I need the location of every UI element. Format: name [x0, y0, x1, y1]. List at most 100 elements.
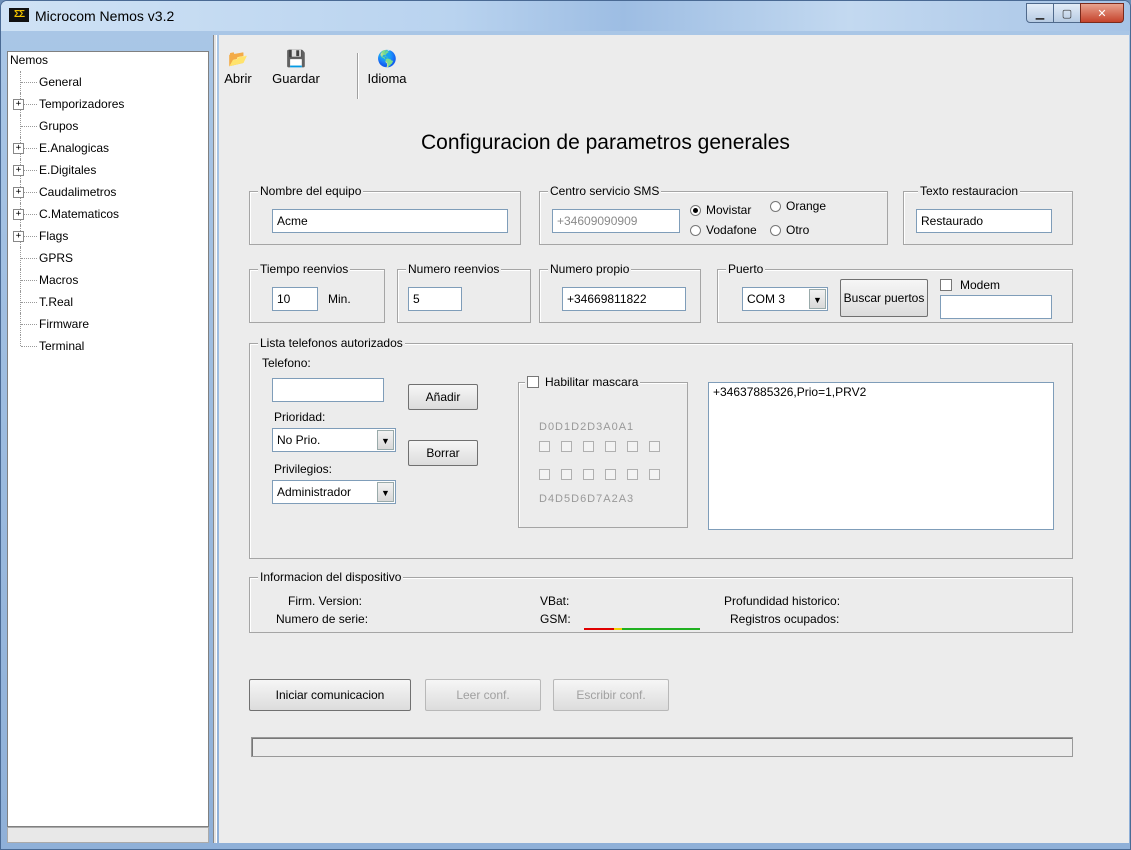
close-button[interactable]: ✕: [1080, 3, 1124, 23]
gsm-bar-green: [622, 628, 700, 630]
tree-connector: [21, 126, 37, 127]
tree-item-general[interactable]: General: [8, 71, 208, 93]
phone-list[interactable]: +34637885326,Prio=1,PRV2: [708, 382, 1054, 530]
tree-item-flags[interactable]: + Flags: [8, 225, 208, 247]
mask-bit-checkbox[interactable]: [649, 469, 660, 480]
title-bar[interactable]: ΣΣ Microcom Nemos v3.2 ▁ ▢ ✕: [1, 1, 1130, 31]
mask-bit-checkbox[interactable]: [605, 469, 616, 480]
chevron-down-icon[interactable]: ▼: [377, 430, 394, 450]
mask-bit-checkbox[interactable]: [539, 469, 550, 480]
prioridad-selected: No Prio.: [277, 433, 321, 447]
mask-bit-checkbox[interactable]: [539, 441, 550, 452]
save-button[interactable]: 💾 Guardar: [267, 51, 325, 86]
modem-input[interactable]: [940, 295, 1052, 319]
expand-icon[interactable]: +: [13, 187, 24, 198]
open-button[interactable]: 📂 Abrir: [221, 51, 255, 86]
sms-title: Centro servicio SMS: [548, 183, 662, 199]
mask-bit-checkbox[interactable]: [583, 441, 594, 452]
mask-bit-checkbox[interactable]: [561, 441, 572, 452]
main-panel: 📂 Abrir 💾 Guardar 🌎 Idioma Configuracion…: [219, 35, 1129, 843]
mask-bit-checkbox[interactable]: [561, 469, 572, 480]
numero-propio-input[interactable]: +34669811822: [562, 287, 686, 311]
chevron-down-icon[interactable]: ▼: [377, 482, 394, 502]
minimize-button[interactable]: ▁: [1026, 3, 1054, 23]
modem-checkbox[interactable]: Modem: [940, 278, 1000, 292]
maximize-icon: ▢: [1061, 6, 1073, 20]
radio-orange[interactable]: Orange: [770, 199, 826, 213]
telefono-input[interactable]: [272, 378, 384, 402]
mask-bit-checkbox[interactable]: [605, 441, 616, 452]
numero-reenvios-input[interactable]: 5: [408, 287, 462, 311]
modem-checkbox-box[interactable]: [940, 279, 952, 291]
tree-item-temporizadores[interactable]: + Temporizadores: [8, 93, 208, 115]
splitter[interactable]: [213, 35, 217, 843]
puerto-select[interactable]: COM 3 ▼: [742, 287, 828, 311]
expand-icon[interactable]: +: [13, 165, 24, 176]
restauracion-group: Texto restauracion Restaurado: [903, 183, 1073, 245]
equipo-group: Nombre del equipo Acme: [249, 183, 521, 245]
expand-icon[interactable]: +: [13, 209, 24, 220]
tree-item-e-digitales[interactable]: + E.Digitales: [8, 159, 208, 181]
tree-item-label: Grupos: [39, 119, 79, 133]
tree-item-macros[interactable]: Macros: [8, 269, 208, 291]
tree-item-t-real[interactable]: T.Real: [8, 291, 208, 313]
delete-phone-button[interactable]: Borrar: [408, 440, 478, 466]
tree-item-gprs[interactable]: GPRS: [8, 247, 208, 269]
radio-movistar[interactable]: Movistar: [690, 203, 751, 217]
tree-connector: [21, 346, 37, 347]
write-config-button[interactable]: Escribir conf.: [553, 679, 669, 711]
numero-propio-title: Numero propio: [548, 261, 632, 277]
tree-scrollbar[interactable]: [7, 827, 209, 843]
expand-icon[interactable]: +: [13, 231, 24, 242]
tree-item-e-analogicas[interactable]: + E.Analogicas: [8, 137, 208, 159]
tree-item-caudalimetros[interactable]: + Caudalimetros: [8, 181, 208, 203]
puerto-selected: COM 3: [747, 292, 786, 306]
tiempo-reenvios-input[interactable]: 10: [272, 287, 318, 311]
minimize-icon: ▁: [1035, 6, 1045, 20]
tree-item-label: Firmware: [39, 317, 89, 331]
save-label: Guardar: [272, 71, 320, 86]
mask-checkbox-box[interactable]: [527, 376, 539, 388]
mask-enable-checkbox[interactable]: Habilitar mascara: [525, 374, 641, 390]
read-config-button[interactable]: Leer conf.: [425, 679, 541, 711]
mask-top-labels: D0D1D2D3A0A1: [539, 421, 635, 433]
tree-item-terminal[interactable]: Terminal: [8, 335, 208, 357]
radio-vodafone-label: Vodafone: [706, 223, 757, 237]
equipo-title: Nombre del equipo: [258, 183, 364, 199]
restauracion-input[interactable]: Restaurado: [916, 209, 1052, 233]
phone-list-item[interactable]: +34637885326,Prio=1,PRV2: [713, 385, 1049, 399]
mask-bit-checkbox[interactable]: [627, 441, 638, 452]
folder-open-icon: 📂: [228, 51, 248, 68]
mask-bit-checkbox[interactable]: [583, 469, 594, 480]
expand-icon[interactable]: +: [13, 99, 24, 110]
prioridad-select[interactable]: No Prio. ▼: [272, 428, 396, 452]
tree-root[interactable]: Nemos: [10, 53, 48, 67]
telefono-label: Telefono:: [262, 356, 311, 370]
mask-bit-checkbox[interactable]: [649, 441, 660, 452]
sms-center-input[interactable]: +34609090909: [552, 209, 680, 233]
mask-bit-checkbox[interactable]: [627, 469, 638, 480]
expand-icon[interactable]: +: [13, 143, 24, 154]
tree-item-label: Temporizadores: [39, 97, 125, 111]
nav-tree[interactable]: Nemos General + Temporizadores Grupos + E.Ana…: [7, 51, 209, 827]
tree-item-c-matematicos[interactable]: + C.Matematicos: [8, 203, 208, 225]
gsm-bar-yellow: [614, 628, 622, 630]
tree-item-firmware[interactable]: Firmware: [8, 313, 208, 335]
radio-vodafone-dot: [690, 224, 701, 236]
add-phone-button[interactable]: Añadir: [408, 384, 478, 410]
mask-bottom-labels: D4D5D6D7A2A3: [539, 493, 635, 505]
radio-vodafone[interactable]: Vodafone: [690, 223, 757, 237]
buscar-puertos-button[interactable]: Buscar puertos: [840, 279, 928, 317]
progress-bar: [251, 737, 1073, 757]
language-button[interactable]: 🌎 Idioma: [367, 51, 407, 86]
maximize-button[interactable]: ▢: [1053, 3, 1081, 23]
equipo-name-input[interactable]: Acme: [272, 209, 508, 233]
chevron-down-icon[interactable]: ▼: [809, 289, 826, 309]
tree-item-label: General: [39, 75, 82, 89]
gsm-signal-bar: [584, 628, 700, 630]
start-communication-button[interactable]: Iniciar comunicacion: [249, 679, 411, 711]
privilegios-select[interactable]: Administrador ▼: [272, 480, 396, 504]
radio-otro[interactable]: Otro: [770, 223, 809, 237]
tree-item-grupos[interactable]: Grupos: [8, 115, 208, 137]
puerto-group: Puerto COM 3 ▼ Buscar puertos Modem: [717, 261, 1073, 323]
